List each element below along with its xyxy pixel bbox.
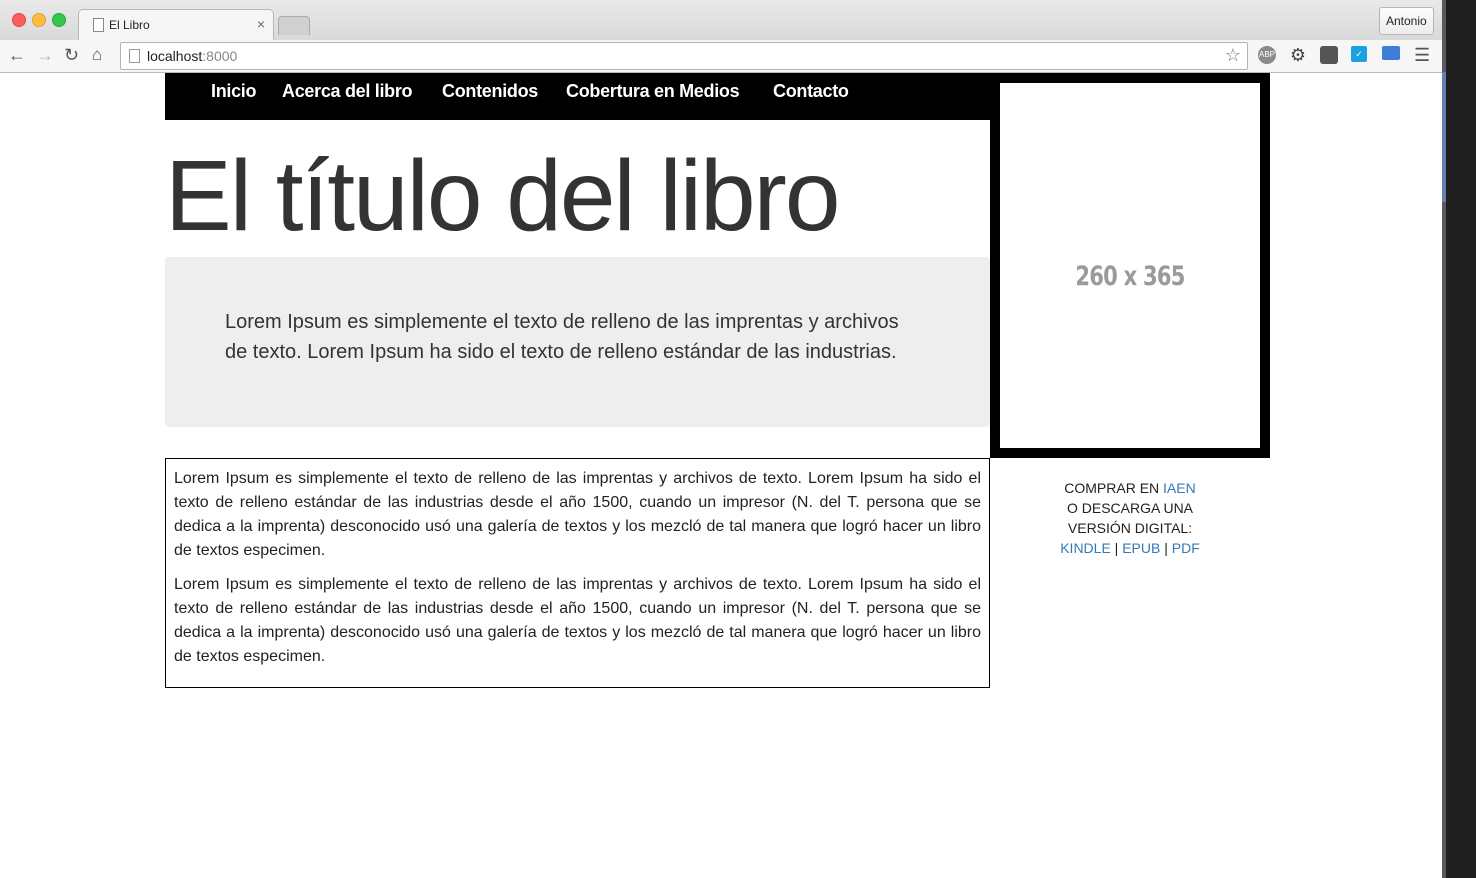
adblock-icon[interactable]: ABP [1258,46,1276,64]
content-paragraph-2: Lorem Ipsum es simplemente el texto de r… [174,576,981,665]
tab-title: El Libro [109,18,150,32]
menu-icon[interactable]: ☰ [1414,45,1430,65]
minimize-window-button[interactable] [32,13,46,27]
buy-line-3: VERSIÓN DIGITAL: [1067,520,1193,536]
content-box: Lorem Ipsum es simplemente el texto de r… [165,458,990,688]
nav-item-contenidos[interactable]: Contenidos [442,81,538,102]
separator: | [1110,540,1123,556]
browser-window: El Libro × Antonio ← → ↻ ⌂ localhost:800… [0,0,1442,878]
download-links: KINDLE | EPUB | PDF [990,538,1270,558]
kindle-link[interactable]: KINDLE [1060,540,1111,556]
nav-item-inicio[interactable]: Inicio [211,81,257,102]
page-icon [129,49,140,63]
lead-jumbotron: Lorem Ipsum es simplemente el texto de r… [165,257,990,427]
book-cover-frame: 260 x 365 [990,73,1270,458]
gear-icon[interactable]: ⚙ [1289,46,1307,64]
new-tab-button[interactable] [278,16,310,35]
separator: | [1160,540,1172,556]
content-paragraph-1: Lorem Ipsum es simplemente el texto de r… [174,470,981,559]
scrollbar-thumb[interactable] [1442,72,1446,202]
title-bar: El Libro × Antonio [0,0,1442,41]
reload-icon[interactable]: ↻ [64,45,79,65]
home-icon[interactable]: ⌂ [92,45,102,65]
iaen-link[interactable]: IAEN [1163,480,1196,496]
window-edge [1442,0,1476,878]
tab-el-libro[interactable]: El Libro × [78,9,274,41]
nav-item-contacto[interactable]: Contacto [773,81,849,102]
url-host: localhost [147,48,203,64]
address-bar[interactable]: localhost:8000 ☆ [120,42,1248,70]
profile-button[interactable]: Antonio [1379,7,1434,35]
buy-line-2: O DESCARGA UNA [1066,500,1194,516]
back-arrow-icon[interactable]: ← [8,45,26,65]
url-text: localhost:8000 [147,48,237,64]
url-port: :8000 [202,48,238,64]
book-cover-placeholder: 260 x 365 [1000,83,1260,448]
close-tab-icon[interactable]: × [257,16,265,32]
buy-line-1: COMPRAR EN IAEN [990,478,1270,498]
cover-placeholder-label: 260 x 365 [1075,261,1185,292]
forward-arrow-icon[interactable]: → [36,45,54,65]
pdf-link[interactable]: PDF [1172,540,1200,556]
close-window-button[interactable] [12,13,26,27]
main-nav: Inicio Acerca del libro Contenidos Cober… [165,73,990,120]
buy-prefix: COMPRAR EN [1064,480,1164,496]
page-icon [93,18,104,32]
buy-section: COMPRAR EN IAEN O DESCARGA UNA VERSIÓN D… [990,478,1270,558]
nav-item-acerca[interactable]: Acerca del libro [282,81,413,102]
checkbox-extension-icon[interactable]: ✓ [1351,46,1367,62]
nav-item-cobertura[interactable]: Cobertura en Medios [566,81,740,102]
screen-extension-icon[interactable] [1382,46,1400,60]
bookmark-star-icon[interactable]: ☆ [1225,45,1241,66]
zoom-window-button[interactable] [52,13,66,27]
epub-link[interactable]: EPUB [1122,540,1160,556]
browser-toolbar: ← → ↻ ⌂ localhost:8000 ☆ ABP ⚙ ✓ ☰ [0,40,1442,73]
pocket-icon[interactable] [1320,46,1338,64]
page-title: El título del libro [165,140,840,252]
lead-text: Lorem Ipsum es simplemente el texto de r… [225,311,899,363]
web-page: Inicio Acerca del libro Contenidos Cober… [0,73,1442,878]
